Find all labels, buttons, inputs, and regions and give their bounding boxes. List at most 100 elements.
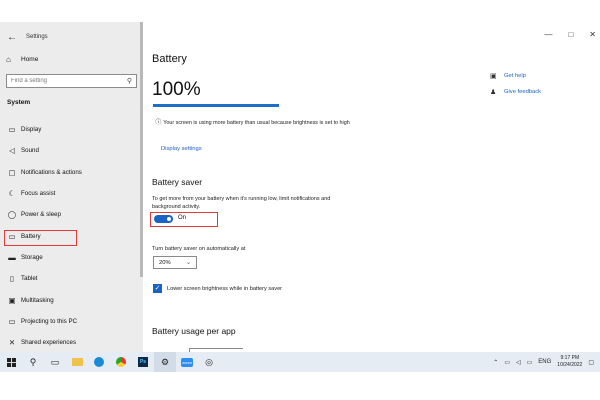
title-bar: ← Settings: [0, 30, 48, 44]
sidebar-item-power-sleep[interactable]: ◯ Power & sleep: [0, 204, 143, 225]
search-icon[interactable]: ⚲: [127, 77, 132, 85]
language-indicator[interactable]: ENG: [538, 359, 551, 365]
bottom-margin: [0, 372, 600, 400]
sidebar-item-label: Display: [21, 126, 42, 134]
battery-tray-icon[interactable]: ▭: [527, 359, 533, 366]
lower-brightness-checkbox[interactable]: ✓: [153, 284, 162, 293]
clock[interactable]: 9:17 PM 10/24/2022: [557, 355, 582, 369]
network-icon[interactable]: ▭: [504, 359, 510, 366]
focus-assist-icon: ☾: [8, 189, 16, 199]
toggle-knob: [167, 217, 171, 221]
start-button[interactable]: [0, 352, 22, 372]
home-label: Home: [21, 56, 39, 63]
volume-icon[interactable]: ◁: [516, 359, 521, 366]
sidebar-item-label: Notifications & actions: [21, 168, 82, 176]
windows-logo-icon: [6, 357, 16, 367]
task-view-icon[interactable]: ▭: [44, 352, 66, 372]
back-arrow-icon[interactable]: ←: [2, 32, 22, 43]
give-feedback-icon: ♟: [490, 89, 497, 96]
chevron-down-icon: ⌄: [185, 260, 191, 266]
tablet-icon: ▯: [9, 274, 15, 284]
main-content: — □ ✕ Battery 100% ⓘ Your screen is using…: [143, 22, 600, 352]
sidebar-item-focus-assist[interactable]: ☾ Focus assist: [0, 183, 143, 204]
threshold-value: 20%: [159, 259, 171, 266]
lower-brightness-label: Lower screen brightness while in battery…: [167, 285, 283, 292]
sidebar-item-label: Sound: [21, 147, 39, 155]
projecting-icon: ▭: [8, 316, 16, 326]
display-icon: ▭: [8, 125, 16, 135]
home-icon: ⌂: [6, 55, 11, 64]
battery-usage-heading: Battery usage per app: [152, 326, 236, 336]
sidebar-item-shared-experiences[interactable]: ✕ Shared experiences: [0, 332, 143, 353]
get-help-link[interactable]: ▣ Get help: [490, 72, 541, 80]
storage-icon: ▬: [8, 252, 16, 262]
multitasking-icon: ▣: [8, 295, 16, 305]
sidebar-item-tablet[interactable]: ▯ Tablet: [0, 268, 143, 289]
help-links: ▣ Get help ♟ Give feedback: [490, 72, 541, 104]
zoom-app-icon[interactable]: zoom: [176, 352, 198, 372]
page-title: Battery: [152, 53, 187, 65]
battery-saver-heading: Battery saver: [152, 177, 203, 187]
sidebar-item-battery[interactable]: ▭ Battery: [0, 225, 143, 247]
sidebar-item-multitasking[interactable]: ▣ Multitasking: [0, 289, 143, 310]
window-controls: — □ ✕: [544, 30, 596, 39]
sidebar: ← Settings ⌂ Home ⚲ System ▭ Display ◁ S: [0, 22, 143, 352]
sidebar-item-label: Battery: [21, 232, 41, 240]
display-settings-link[interactable]: Display settings: [161, 146, 202, 152]
lower-brightness-option[interactable]: ✓ Lower screen brightness while in batte…: [153, 284, 282, 293]
minimize-icon[interactable]: —: [544, 30, 552, 39]
sidebar-item-home[interactable]: ⌂ Home: [6, 55, 38, 64]
search-input[interactable]: [11, 78, 121, 84]
sidebar-item-label: Shared experiences: [21, 339, 77, 347]
threshold-select[interactable]: 20% ⌄: [153, 256, 197, 269]
photoshop-icon[interactable]: Ps: [132, 352, 154, 372]
brightness-note: ⓘ Your screen is using more battery than …: [155, 119, 350, 127]
system-tray: ⌃ ▭ ◁ ▭ ENG 9:17 PM 10/24/2022 ▢: [493, 352, 594, 372]
give-feedback-link[interactable]: ♟ Give feedback: [490, 88, 541, 96]
clock-date: 10/24/2022: [557, 362, 583, 368]
shared-experiences-icon: ✕: [8, 338, 16, 348]
sidebar-item-storage[interactable]: ▬ Storage: [0, 247, 143, 268]
battery-percent: 100%: [152, 79, 201, 100]
sidebar-item-label: Power & sleep: [21, 211, 61, 219]
sidebar-item-label: Projecting to this PC: [21, 317, 78, 325]
sidebar-item-display[interactable]: ▭ Display: [0, 119, 143, 140]
sound-icon: ◁: [9, 146, 15, 156]
app-icon[interactable]: ◎: [198, 352, 220, 372]
sidebar-nav: ▭ Display ◁ Sound ▢ Notifications & acti…: [0, 119, 143, 353]
screen: ← Settings ⌂ Home ⚲ System ▭ Display ◁ S: [0, 0, 600, 400]
info-icon: ⓘ: [155, 120, 162, 126]
sidebar-item-label: Tablet: [21, 275, 38, 283]
sidebar-item-label: Focus assist: [21, 190, 56, 198]
sidebar-item-sound[interactable]: ◁ Sound: [0, 140, 143, 161]
app-title: Settings: [26, 34, 48, 40]
toggle-state-label: On: [178, 215, 187, 221]
auto-turn-on-label: Turn battery saver on automatically at: [152, 246, 246, 252]
section-label-system: System: [7, 99, 31, 106]
give-feedback-label: Give feedback: [504, 89, 542, 95]
notifications-icon: ▢: [8, 167, 16, 177]
maximize-icon[interactable]: □: [568, 30, 573, 39]
battery-level-bar: [153, 104, 279, 107]
sidebar-item-projecting[interactable]: ▭ Projecting to this PC: [0, 311, 143, 332]
battery-saver-toggle[interactable]: [154, 215, 173, 223]
chevron-up-icon[interactable]: ⌃: [493, 359, 498, 366]
clock-time: 9:17 PM: [560, 355, 580, 361]
settings-window: ← Settings ⌂ Home ⚲ System ▭ Display ◁ S: [0, 22, 600, 352]
sidebar-item-notifications[interactable]: ▢ Notifications & actions: [0, 162, 143, 183]
notifications-center-icon[interactable]: ▢: [588, 359, 594, 366]
sidebar-item-label: Multitasking: [21, 296, 54, 304]
search-icon[interactable]: ⚲: [22, 352, 44, 372]
settings-taskbar-icon[interactable]: ⚙: [154, 352, 176, 372]
search-box[interactable]: ⚲: [6, 74, 137, 88]
brightness-note-text: Your screen is using more battery than u…: [163, 120, 350, 126]
close-icon[interactable]: ✕: [589, 30, 596, 39]
get-help-icon: ▣: [490, 73, 497, 80]
file-explorer-icon[interactable]: [66, 352, 88, 372]
edge-icon[interactable]: [88, 352, 110, 372]
chrome-icon[interactable]: [110, 352, 132, 372]
battery-saver-description: To get more from your battery when it's …: [152, 196, 331, 210]
get-help-label: Get help: [504, 73, 526, 79]
sidebar-item-label: Storage: [21, 253, 43, 261]
battery-icon: ▭: [8, 231, 16, 241]
